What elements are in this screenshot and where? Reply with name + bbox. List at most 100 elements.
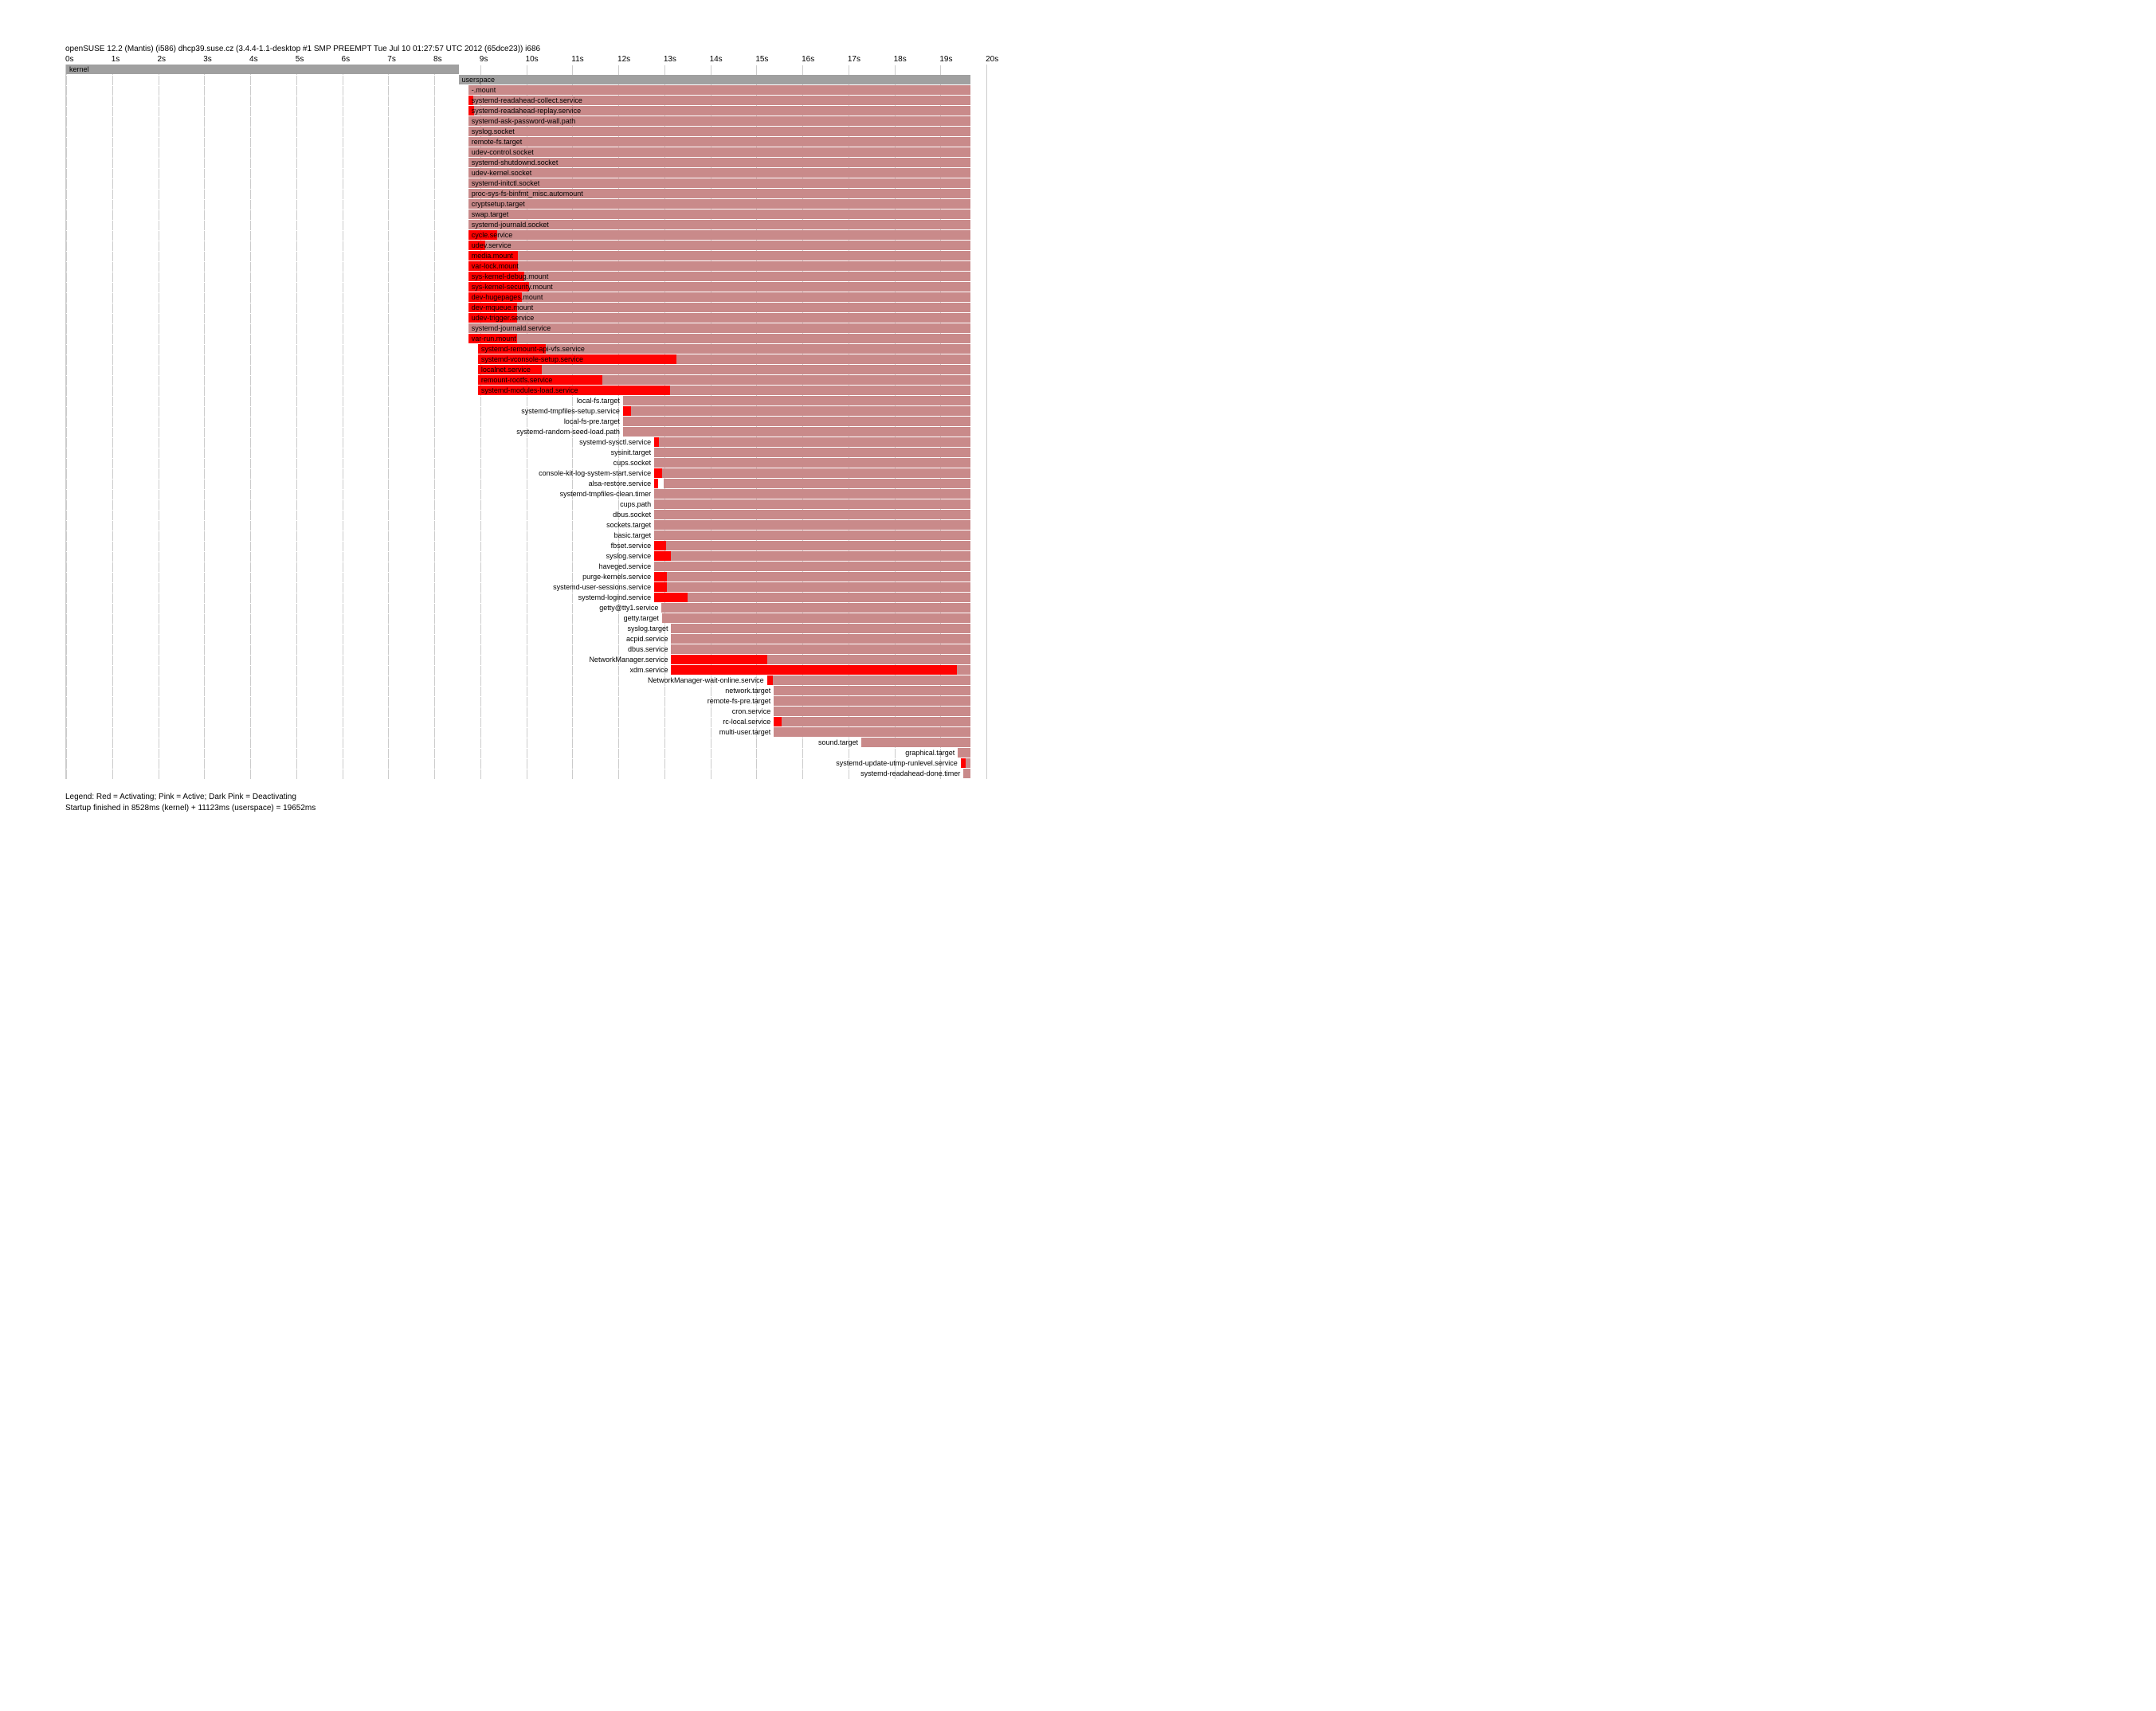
chart-row: sysinit.target bbox=[66, 448, 986, 457]
chart-row: console-kit-log-system-start.service bbox=[66, 468, 986, 478]
bar-label: purge-kernels.service bbox=[581, 572, 653, 581]
bar-label: systemd-update-utmp-runlevel.service bbox=[834, 758, 959, 768]
chart-row: udev-control.socket bbox=[66, 147, 986, 157]
x-tick: 2s bbox=[158, 55, 167, 64]
chart-row: userspace bbox=[66, 75, 986, 84]
x-tick: 13s bbox=[664, 55, 676, 64]
gridline bbox=[986, 65, 987, 779]
chart-area: kerneluserspace-.mountsystemd-readahead-… bbox=[65, 65, 986, 779]
bar-label: kernel bbox=[68, 65, 91, 74]
bar-label: systemd-user-sessions.service bbox=[551, 582, 653, 592]
chart-row: systemd-readahead-collect.service bbox=[66, 96, 986, 105]
chart-row: sys-kernel-security.mount bbox=[66, 282, 986, 292]
bar-label: remount-rootfs.service bbox=[480, 375, 555, 385]
chart-row: systemd-user-sessions.service bbox=[66, 582, 986, 592]
x-tick: 6s bbox=[342, 55, 351, 64]
x-tick: 9s bbox=[480, 55, 488, 64]
bar-label: -.mount bbox=[470, 85, 498, 95]
chart-row: systemd-readahead-done.timer bbox=[66, 769, 986, 778]
chart-row: cryptsetup.target bbox=[66, 199, 986, 209]
chart-footer: Legend: Red = Activating; Pink = Active;… bbox=[65, 792, 2156, 814]
chart-row: systemd-shutdownd.socket bbox=[66, 158, 986, 167]
bar-label: graphical.target bbox=[904, 748, 956, 758]
summary-text: Startup finished in 8528ms (kernel) + 11… bbox=[65, 803, 2156, 814]
chart-row: local-fs.target bbox=[66, 396, 986, 405]
chart-row: remote-fs-pre.target bbox=[66, 696, 986, 706]
bar-label: acpid.service bbox=[625, 634, 670, 644]
x-tick: 11s bbox=[571, 55, 583, 64]
chart-row: systemd-sysctl.service bbox=[66, 437, 986, 447]
bar-label: systemd-ask-password-wall.path bbox=[470, 116, 578, 126]
chart-row: dev-hugepages.mount bbox=[66, 292, 986, 302]
chart-row: localnet.service bbox=[66, 365, 986, 374]
chart-row: systemd-modules-load.service bbox=[66, 386, 986, 395]
x-tick: 20s bbox=[986, 55, 998, 64]
chart-row: udev.service bbox=[66, 241, 986, 250]
chart-row: systemd-random-seed-load.path bbox=[66, 427, 986, 437]
chart-row: syslog.target bbox=[66, 624, 986, 633]
bar-label: haveged.service bbox=[598, 562, 653, 571]
x-axis: 0s1s2s3s4s5s6s7s8s9s10s11s12s13s14s15s16… bbox=[65, 55, 986, 65]
bar-label: var-run.mount bbox=[470, 334, 518, 343]
chart-row: sound.target bbox=[66, 738, 986, 747]
chart-row: systemd-logind.service bbox=[66, 593, 986, 602]
x-tick: 3s bbox=[203, 55, 212, 64]
bar-label: local-fs.target bbox=[575, 396, 621, 405]
bar-label: systemd-journald.socket bbox=[470, 220, 551, 229]
chart-row: cron.service bbox=[66, 707, 986, 716]
bar-label: local-fs-pre.target bbox=[563, 417, 621, 426]
chart-row: basic.target bbox=[66, 531, 986, 540]
legend-text: Legend: Red = Activating; Pink = Active;… bbox=[65, 792, 2156, 803]
bar-label: sys-kernel-debug.mount bbox=[470, 272, 551, 281]
bar-label: systemd-readahead-collect.service bbox=[470, 96, 584, 105]
bar-label: udev-trigger.service bbox=[470, 313, 536, 323]
chart-row: cups.socket bbox=[66, 458, 986, 468]
bar-label: remote-fs.target bbox=[470, 137, 524, 147]
x-tick: 15s bbox=[755, 55, 768, 64]
chart-row: getty.target bbox=[66, 613, 986, 623]
bar-label: syslog.target bbox=[625, 624, 669, 633]
chart-row: network.target bbox=[66, 686, 986, 695]
bar-label: fbset.service bbox=[610, 541, 653, 550]
chart-row: dbus.socket bbox=[66, 510, 986, 519]
x-tick: 7s bbox=[387, 55, 396, 64]
bar-label: cycle.service bbox=[470, 230, 515, 240]
chart-row: remount-rootfs.service bbox=[66, 375, 986, 385]
chart-row: NetworkManager-wait-online.service bbox=[66, 675, 986, 685]
bar-label: network.target bbox=[723, 686, 772, 695]
chart-row: media.mount bbox=[66, 251, 986, 260]
bar-label: udev.service bbox=[470, 241, 513, 250]
chart-row: -.mount bbox=[66, 85, 986, 95]
chart-row: systemd-initctl.socket bbox=[66, 178, 986, 188]
bar-label: dbus.socket bbox=[611, 510, 653, 519]
bar-label: systemd-readahead-done.timer bbox=[859, 769, 962, 778]
chart-row: xdm.service bbox=[66, 665, 986, 675]
x-tick: 17s bbox=[848, 55, 860, 64]
chart-row: kernel bbox=[66, 65, 986, 74]
bar-label: alsa-restore.service bbox=[587, 479, 653, 488]
bar-label: NetworkManager-wait-online.service bbox=[646, 675, 766, 685]
bar-label: getty.target bbox=[622, 613, 661, 623]
x-tick: 0s bbox=[65, 55, 74, 64]
x-tick: 12s bbox=[617, 55, 630, 64]
chart-row: local-fs-pre.target bbox=[66, 417, 986, 426]
chart-row: rc-local.service bbox=[66, 717, 986, 726]
bar-label: systemd-remount-api-vfs.service bbox=[480, 344, 586, 354]
chart-row: multi-user.target bbox=[66, 727, 986, 737]
x-tick: 8s bbox=[433, 55, 442, 64]
bar-label: cron.service bbox=[731, 707, 773, 716]
boot-chart: openSUSE 12.2 (Mantis) (i586) dhcp39.sus… bbox=[65, 45, 2156, 814]
bar-label: syslog.service bbox=[605, 551, 653, 561]
chart-row: systemd-tmpfiles-clean.timer bbox=[66, 489, 986, 499]
chart-row: var-lock.mount bbox=[66, 261, 986, 271]
chart-title: openSUSE 12.2 (Mantis) (i586) dhcp39.sus… bbox=[65, 45, 2156, 53]
chart-row: acpid.service bbox=[66, 634, 986, 644]
bar-label: rc-local.service bbox=[721, 717, 772, 726]
chart-row: cycle.service bbox=[66, 230, 986, 240]
x-tick: 19s bbox=[939, 55, 952, 64]
bar-label: systemd-random-seed-load.path bbox=[515, 427, 621, 437]
bar-label: basic.target bbox=[613, 531, 653, 540]
bar-label: var-lock.mount bbox=[470, 261, 520, 271]
bar-label: udev-kernel.socket bbox=[470, 168, 534, 178]
bar-label: dev-mqueue.mount bbox=[470, 303, 535, 312]
